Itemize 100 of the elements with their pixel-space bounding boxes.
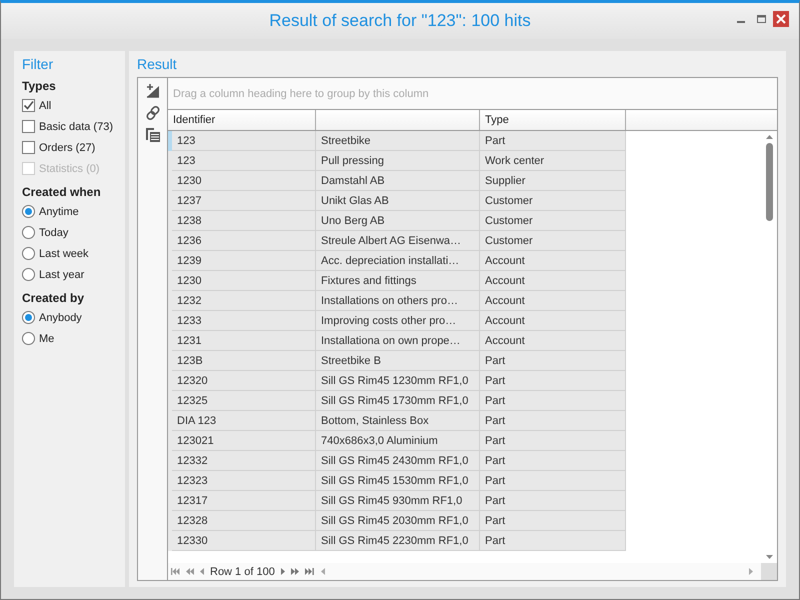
scrollbar-corner (761, 563, 777, 580)
radio-option[interactable]: Today (22, 222, 68, 243)
column-header[interactable] (316, 110, 480, 130)
row-indicator[interactable] (168, 171, 172, 191)
window-title: Result of search for "123": 100 hits (269, 11, 531, 31)
column-header[interactable]: Type (480, 110, 626, 130)
row-indicator[interactable] (168, 151, 172, 171)
scroll-right-icon[interactable] (749, 568, 753, 575)
row-indicator[interactable] (168, 331, 172, 351)
row-indicator[interactable] (168, 431, 172, 451)
row-indicator[interactable] (168, 471, 172, 491)
table-cell: Part (480, 351, 626, 371)
table-cell: 1231 (172, 331, 316, 351)
row-indicator[interactable] (168, 511, 172, 531)
table-cell: 1237 (172, 191, 316, 211)
table-cell: Work center (480, 151, 626, 171)
table-cell: 1236 (172, 231, 316, 251)
minimize-icon (737, 21, 745, 23)
group-title: Created by (22, 291, 86, 305)
row-indicator[interactable] (168, 351, 172, 371)
table-cell: 12332 (172, 451, 316, 471)
table-cell: Part (480, 411, 626, 431)
table-cell: 12328 (172, 511, 316, 531)
row-indicator[interactable] (168, 271, 172, 291)
scroll-down-icon[interactable] (766, 555, 772, 559)
table-cell: Customer (480, 231, 626, 251)
table-cell: 1232 (172, 291, 316, 311)
row-indicator[interactable] (168, 411, 172, 431)
table-cell: 1230 (172, 171, 316, 191)
checkbox-option[interactable]: Orders (27) (22, 137, 96, 158)
table-cell: Sill GS Rim45 930mm RF1,0 (316, 491, 480, 511)
table-cell: Account (480, 251, 626, 271)
row-indicator[interactable] (168, 251, 172, 271)
check-icon (23, 100, 34, 111)
radio-option[interactable]: Last year (22, 264, 84, 285)
checkbox-option[interactable]: All (22, 95, 52, 116)
table-cell: Pull pressing (316, 151, 480, 171)
table-cell: DIA 123 (172, 411, 316, 431)
radio-option[interactable]: Anytime (22, 201, 79, 222)
row-indicator[interactable] (168, 491, 172, 511)
table-cell: Streule Albert AG Eisenwa… (316, 231, 480, 251)
row-indicator[interactable] (168, 531, 172, 551)
row-indicator[interactable] (168, 291, 172, 311)
table-cell: Sill GS Rim45 2430mm RF1,0 (316, 451, 480, 471)
table-cell: Part (480, 471, 626, 491)
row-indicator[interactable] (168, 191, 172, 211)
close-icon (776, 14, 786, 24)
table-cell: Unikt Glas AB (316, 191, 480, 211)
table-cell: Part (480, 371, 626, 391)
table-cell: 1230 (172, 271, 316, 291)
table-cell: Bottom, Stainless Box (316, 411, 480, 431)
table-cell: Sill GS Rim45 1730mm RF1,0 (316, 391, 480, 411)
table-cell: Streetbike (316, 131, 480, 151)
row-indicator[interactable] (168, 371, 172, 391)
table-cell: Sill GS Rim45 2230mm RF1,0 (316, 531, 480, 551)
table-cell: Sill GS Rim45 1230mm RF1,0 (316, 371, 480, 391)
column-header[interactable]: Identifier (168, 110, 316, 130)
row-indicator[interactable] (168, 391, 172, 411)
table-cell: 12317 (172, 491, 316, 511)
maximize-icon (756, 14, 766, 24)
radio-option[interactable]: Me (22, 328, 54, 349)
table-cell: Part (480, 431, 626, 451)
group-panel-hint: Drag a column heading here to group by this column (173, 88, 429, 100)
table-cell: 123021 (172, 431, 316, 451)
link-icon[interactable] (144, 104, 162, 122)
panel-title: Result (137, 55, 178, 73)
table-cell: 12330 (172, 531, 316, 551)
table-cell: 12325 (172, 391, 316, 411)
radio-option[interactable]: Anybody (22, 307, 82, 328)
row-indicator[interactable] (168, 131, 172, 151)
table-cell: Improving costs other pro… (316, 311, 480, 331)
table-cell: Part (480, 531, 626, 551)
table-cell: Installations on others pro… (316, 291, 480, 311)
close-button[interactable] (773, 11, 789, 27)
table-cell: Customer (480, 211, 626, 231)
checkbox-option[interactable]: Basic data (73) (22, 116, 113, 137)
row-counter: Row 1 of 100 (210, 566, 275, 578)
table-cell: 12320 (172, 371, 316, 391)
row-indicator[interactable] (168, 451, 172, 471)
table-cell: 12323 (172, 471, 316, 491)
table-cell: 1239 (172, 251, 316, 271)
table-cell: Supplier (480, 171, 626, 191)
group-title: Created when (22, 185, 102, 199)
table-cell: Account (480, 331, 626, 351)
radio-option[interactable]: Last week (22, 243, 89, 264)
table-cell: Streetbike B (316, 351, 480, 371)
group-title: Types (22, 79, 57, 93)
table-cell: Part (480, 451, 626, 471)
table-cell: Fixtures and fittings (316, 271, 480, 291)
details-list-icon[interactable] (144, 126, 162, 144)
row-indicator[interactable] (168, 231, 172, 251)
table-cell: 740x686x3,0 Aluminium (316, 431, 480, 451)
scroll-up-icon[interactable] (766, 135, 772, 139)
table-cell: Account (480, 311, 626, 331)
table-cell: 1233 (172, 311, 316, 331)
scroll-left-icon[interactable] (320, 568, 325, 575)
row-indicator[interactable] (168, 311, 172, 331)
table-cell: 123B (172, 351, 316, 371)
table-cell: Installationa on own prope… (316, 331, 480, 351)
row-indicator[interactable] (168, 211, 172, 231)
